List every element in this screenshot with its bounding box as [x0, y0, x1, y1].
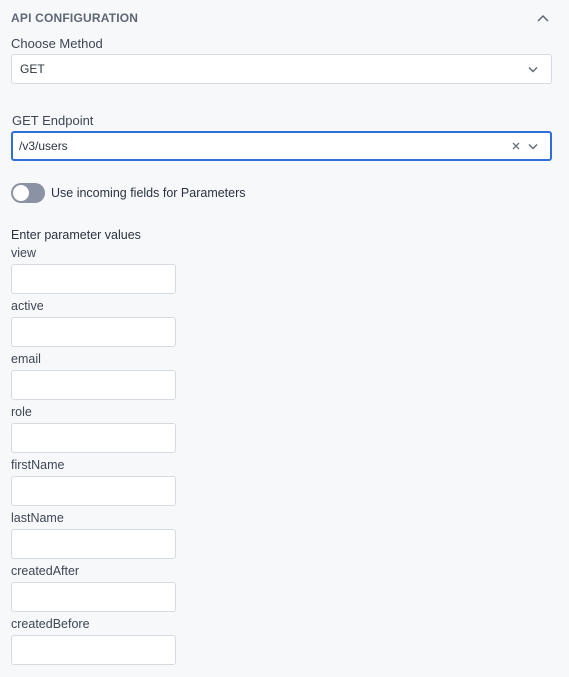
- param-createdbefore: createdBefore: [11, 617, 211, 670]
- param-label: email: [11, 352, 41, 366]
- param-label: createdBefore: [11, 617, 90, 631]
- param-lastname: lastName: [11, 511, 211, 564]
- param-email: email: [11, 352, 211, 405]
- param-createdbefore-input[interactable]: [11, 635, 176, 665]
- method-select-value: GET: [20, 62, 45, 76]
- endpoint-select[interactable]: /v3/users: [11, 131, 552, 161]
- param-view-input[interactable]: [11, 264, 176, 294]
- parameters-heading: Enter parameter values: [11, 228, 141, 242]
- param-label: role: [11, 405, 32, 419]
- toggle-label: Use incoming fields for Parameters: [51, 186, 246, 200]
- use-incoming-fields-toggle[interactable]: [11, 183, 45, 203]
- param-role: role: [11, 405, 211, 458]
- chevron-down-icon[interactable]: [525, 138, 541, 154]
- param-createdafter-input[interactable]: [11, 582, 176, 612]
- param-label: lastName: [11, 511, 64, 525]
- endpoint-select-value: /v3/users: [19, 139, 68, 153]
- param-label: view: [11, 246, 37, 260]
- param-firstname-input[interactable]: [11, 476, 176, 506]
- parameters-list: view active email role firstName lastNam…: [11, 246, 211, 670]
- param-label: createdAfter: [11, 564, 80, 578]
- clear-icon[interactable]: [510, 140, 522, 152]
- section-header: API CONFIGURATION: [11, 10, 551, 26]
- param-email-input[interactable]: [11, 370, 176, 400]
- param-role-input[interactable]: [11, 423, 176, 453]
- section-title: API CONFIGURATION: [11, 11, 139, 25]
- param-view: view: [11, 246, 211, 299]
- param-label: firstName: [11, 458, 65, 472]
- chevron-up-icon[interactable]: [536, 11, 550, 25]
- param-active: active: [11, 299, 211, 352]
- param-active-input[interactable]: [11, 317, 176, 347]
- toggle-knob: [13, 185, 29, 201]
- param-label: active: [11, 299, 44, 313]
- param-firstname: firstName: [11, 458, 211, 511]
- method-select[interactable]: GET: [11, 54, 552, 84]
- endpoint-label: GET Endpoint: [12, 113, 94, 128]
- param-lastname-input[interactable]: [11, 529, 176, 559]
- method-label: Choose Method: [11, 36, 103, 51]
- chevron-down-icon[interactable]: [525, 61, 541, 77]
- param-createdafter: createdAfter: [11, 564, 211, 617]
